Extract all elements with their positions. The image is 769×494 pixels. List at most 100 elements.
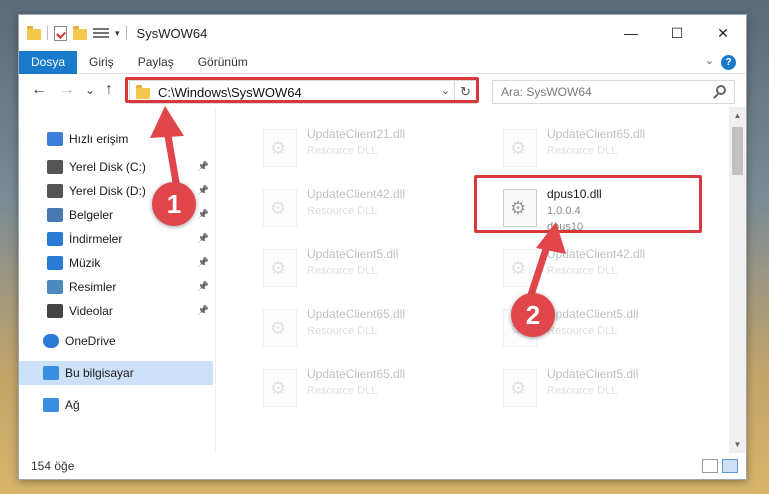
download-icon <box>47 232 63 246</box>
file-name: UpdateClient65.dll <box>547 127 646 141</box>
sidebar-item[interactable]: Ağ <box>19 393 213 417</box>
dll-file-icon <box>503 369 537 407</box>
sidebar-item-label: Yerel Disk (C:) <box>69 160 146 174</box>
file-name: UpdateClient21.dll <box>307 127 406 141</box>
file-name: UpdateClient5.dll <box>547 307 639 321</box>
tab-gorunum[interactable]: Görünüm <box>186 51 260 74</box>
window-controls: — ☐ ✕ <box>608 15 746 51</box>
dll-file-icon <box>503 129 537 167</box>
file-name: UpdateClient5.dll <box>307 247 399 261</box>
title-bar: ▾ SysWOW64 — ☐ ✕ <box>19 15 746 51</box>
scroll-up-icon[interactable]: ▲ <box>729 107 746 124</box>
search-placeholder: Ara: SysWOW64 <box>501 85 592 99</box>
tab-giris[interactable]: Giriş <box>77 51 126 74</box>
sidebar-item[interactable]: Yerel Disk (C:) 📌 <box>19 155 213 179</box>
file-name: UpdateClient65.dll <box>307 307 406 321</box>
tab-paylas[interactable]: Paylaş <box>126 51 186 74</box>
view-toggle <box>702 459 738 473</box>
scrollbar-thumb[interactable] <box>732 127 743 175</box>
file-tile[interactable]: UpdateClient42.dll Resource DLL <box>479 241 699 295</box>
pane-divider[interactable] <box>215 107 216 453</box>
sidebar-item-label: Ağ <box>65 398 80 412</box>
status-bar: 154 öğe <box>19 453 746 479</box>
pin-icon[interactable]: 📌 <box>198 233 209 244</box>
file-tile[interactable]: UpdateClient21.dll Resource DLL <box>239 121 459 175</box>
network-icon <box>43 398 59 412</box>
documents-icon <box>47 208 63 222</box>
dll-file-icon <box>503 249 537 287</box>
sidebar-item-label: İndirmeler <box>69 232 123 246</box>
search-input[interactable]: Ara: SysWOW64 <box>492 80 735 104</box>
up-button[interactable]: ↑ <box>105 81 113 99</box>
details-view-icon[interactable] <box>702 459 718 473</box>
file-type: Resource DLL <box>307 385 378 397</box>
maximize-button[interactable]: ☐ <box>654 15 700 51</box>
vertical-scrollbar[interactable]: ▲ ▼ <box>729 107 746 453</box>
close-button[interactable]: ✕ <box>700 15 746 51</box>
file-tile[interactable]: UpdateClient65.dll Resource DLL <box>239 361 459 415</box>
scroll-down-icon[interactable]: ▼ <box>729 436 746 453</box>
drive-icon <box>47 160 63 174</box>
sidebar-item-label: Videolar <box>69 304 113 318</box>
file-type: Resource DLL <box>307 205 378 217</box>
forward-button[interactable]: → <box>59 81 75 99</box>
tab-dosya[interactable]: Dosya <box>19 50 78 74</box>
separator <box>125 26 127 40</box>
file-tile[interactable]: UpdateClient5.dll Resource DLL <box>479 361 699 415</box>
dll-file-icon <box>263 129 297 167</box>
item-count: 154 öğe <box>31 459 75 473</box>
window-title: SysWOW64 <box>136 25 208 41</box>
dll-file-icon <box>263 249 297 287</box>
file-tile[interactable]: UpdateClient5.dll Resource DLL <box>239 241 459 295</box>
drive-icon <box>47 184 63 198</box>
sidebar-item[interactable]: Videolar 📌 <box>19 299 213 323</box>
pin-icon[interactable]: 📌 <box>198 185 209 196</box>
pin-icon[interactable]: 📌 <box>198 305 209 316</box>
file-type: Resource DLL <box>547 145 618 157</box>
video-icon <box>47 304 63 318</box>
sidebar-item[interactable]: Bu bilgisayar <box>19 361 213 385</box>
file-name: UpdateClient42.dll <box>307 187 406 201</box>
file-type: Resource DLL <box>307 265 378 277</box>
properties-icon[interactable] <box>54 25 67 41</box>
separator <box>47 26 48 40</box>
pictures-icon <box>47 280 63 294</box>
recent-locations-button[interactable]: ⌄ <box>85 83 95 97</box>
pin-icon[interactable]: 📌 <box>198 257 209 268</box>
file-type: Resource DLL <box>307 325 378 337</box>
customize-toolbar-icon[interactable]: ▾ <box>115 28 120 39</box>
file-name: UpdateClient65.dll <box>307 367 406 381</box>
folder-icon[interactable] <box>27 26 41 40</box>
file-tile[interactable]: UpdateClient42.dll Resource DLL <box>239 181 459 235</box>
search-icon <box>716 85 726 95</box>
file-name: UpdateClient42.dll <box>547 247 646 261</box>
pin-icon[interactable]: 📌 <box>198 281 209 292</box>
minimize-button[interactable]: — <box>608 15 654 51</box>
view-options-icon[interactable] <box>93 26 109 40</box>
sidebar-item-label: Resimler <box>69 280 117 294</box>
file-name: UpdateClient5.dll <box>547 367 639 381</box>
navigation-pane: Hızlı erişim Yerel Disk (C:) 📌 Yerel Disk (… <box>19 113 213 453</box>
sidebar-item-label: Yerel Disk (D:) <box>69 184 146 198</box>
expand-ribbon-icon[interactable]: ⌄ <box>705 54 714 67</box>
file-tile[interactable]: UpdateClient65.dll Resource DLL <box>479 121 699 175</box>
pin-icon[interactable]: 📌 <box>198 209 209 220</box>
file-tile[interactable]: UpdateClient65.dll Resource DLL <box>239 301 459 355</box>
help-icon[interactable]: ? <box>721 55 736 70</box>
back-button[interactable]: ← <box>31 81 47 99</box>
sidebar-item[interactable]: Resimler 📌 <box>19 275 213 299</box>
new-folder-icon[interactable] <box>73 26 87 40</box>
sidebar-item[interactable]: Hızlı erişim <box>19 127 213 151</box>
cloud-icon <box>43 334 59 348</box>
dll-file-icon <box>263 189 297 227</box>
sidebar-item[interactable]: İndirmeler 📌 <box>19 227 213 251</box>
ribbon-tabs: Dosya Giriş Paylaş Görünüm ⌄ ? <box>19 50 746 74</box>
sidebar-item[interactable]: Müzik 📌 <box>19 251 213 275</box>
tiles-view-icon[interactable] <box>722 459 738 473</box>
quick-access-toolbar: ▾ <box>19 25 127 41</box>
sidebar-item-label: OneDrive <box>65 334 116 348</box>
sidebar-item[interactable]: OneDrive <box>19 329 213 353</box>
pin-icon[interactable]: 📌 <box>198 161 209 172</box>
sidebar-item-label: Belgeler <box>69 208 114 222</box>
step-1-badge: 1 <box>152 182 196 226</box>
